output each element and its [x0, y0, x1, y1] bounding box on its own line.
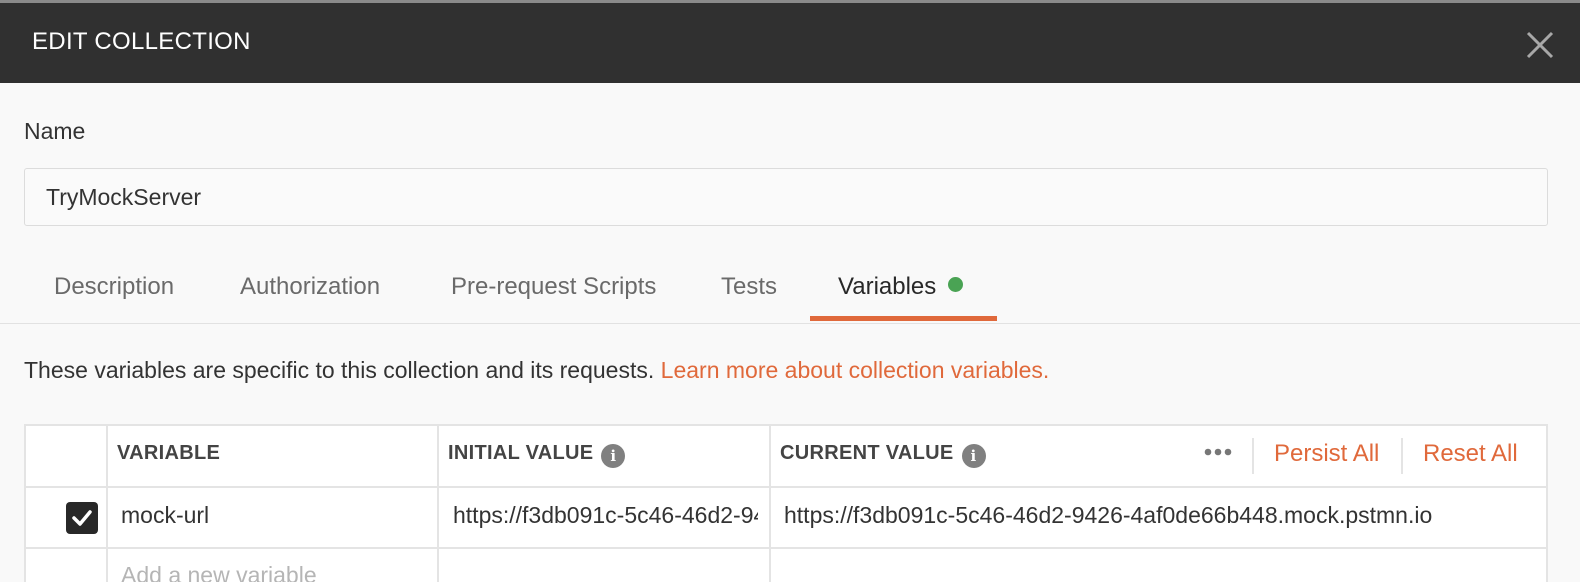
current-value-cell[interactable]: https://f3db091c-5c46-46d2-9426-4af0de66… [784, 502, 1534, 529]
dialog-title: EDIT COLLECTION [32, 28, 251, 55]
column-divider [106, 426, 108, 582]
row-enabled-checkbox[interactable] [66, 502, 98, 534]
tab-authorization[interactable]: Authorization [240, 254, 380, 324]
check-icon [72, 510, 92, 526]
column-divider [769, 426, 771, 582]
tab-description[interactable]: Description [54, 254, 174, 324]
variables-table: VARIABLE INITIAL VALUE i CURRENT VALUE i P… [24, 424, 1548, 582]
header-initial-value: INITIAL VALUE i [448, 442, 626, 468]
column-divider [437, 426, 439, 582]
tab-pre-request-scripts[interactable]: Pre-request Scripts [451, 254, 656, 324]
row-divider [26, 486, 1546, 488]
collection-name-input[interactable] [24, 168, 1548, 226]
variable-name-cell[interactable]: mock-url [121, 502, 421, 529]
close-icon [1526, 31, 1554, 59]
name-label: Name [24, 118, 86, 144]
tab-variables[interactable]: Variables [838, 254, 964, 324]
more-options-button[interactable] [1200, 438, 1236, 468]
action-separator [1252, 438, 1254, 474]
reset-all-button[interactable]: Reset All [1423, 440, 1518, 468]
tab-tests[interactable]: Tests [721, 254, 777, 324]
info-icon[interactable]: i [961, 444, 986, 468]
persist-all-button[interactable]: Persist All [1274, 440, 1379, 468]
tab-variables-label: Variables [838, 273, 937, 300]
active-tab-indicator [810, 316, 997, 321]
new-variable-input[interactable]: Add a new variable [121, 562, 421, 582]
info-icon[interactable]: i [601, 444, 626, 468]
description-text: These variables are specific to this col… [24, 357, 655, 383]
close-button[interactable] [1520, 25, 1560, 65]
header-variable: VARIABLE [117, 442, 221, 464]
row-divider [26, 547, 1546, 549]
status-dot-icon [948, 277, 964, 292]
variables-description: These variables are specific to this col… [24, 357, 1049, 384]
action-separator [1401, 438, 1403, 474]
header-initial-value-label: INITIAL VALUE [448, 442, 594, 464]
header-current-value-label: CURRENT VALUE [780, 442, 954, 464]
initial-value-cell[interactable]: https://f3db091c-5c46-46d2-9426-4af0de66… [453, 502, 758, 529]
ellipsis-icon [1204, 448, 1232, 456]
dialog-header: EDIT COLLECTION [0, 3, 1580, 83]
tab-bar: Description Authorization Pre-request Sc… [0, 254, 1580, 324]
learn-more-link[interactable]: Learn more about collection variables. [661, 357, 1050, 383]
header-current-value: CURRENT VALUE i [780, 442, 986, 468]
